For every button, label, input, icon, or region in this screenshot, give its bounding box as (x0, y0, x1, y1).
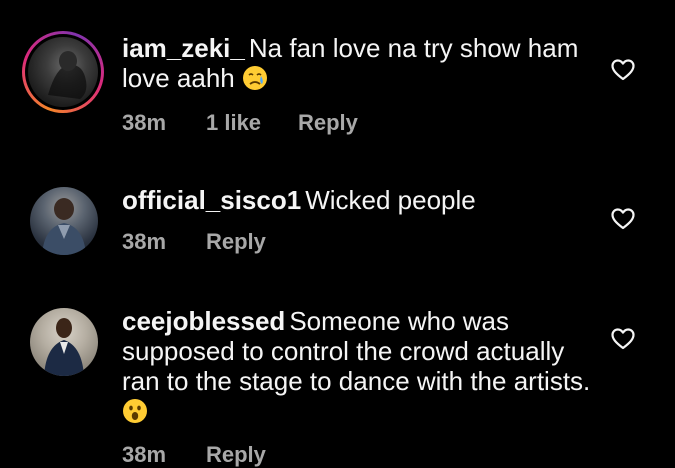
comment-likes[interactable]: 1 like (206, 110, 298, 136)
reply-button[interactable]: Reply (206, 229, 266, 255)
avatar[interactable] (30, 187, 98, 255)
heart-icon[interactable] (611, 59, 635, 81)
comment-meta: 38m 1 like Reply (122, 110, 358, 136)
reply-button[interactable]: Reply (206, 442, 266, 468)
avatar[interactable] (30, 308, 98, 376)
comment-username[interactable]: official_sisco1 (122, 185, 301, 215)
comment-text: Wicked people (305, 185, 476, 215)
avatar (28, 37, 98, 107)
comment-body: official_sisco1 Wicked people (122, 185, 592, 215)
comment-meta: 38m Reply (122, 229, 266, 255)
astonished-face-icon (122, 398, 148, 430)
crying-face-icon (242, 65, 268, 97)
avatar-story-ring[interactable] (22, 31, 104, 113)
heart-icon[interactable] (611, 328, 635, 350)
comment-body: iam_zeki_ Na fan love na try show ham lov… (122, 33, 592, 97)
comment-username[interactable]: iam_zeki_ (122, 33, 245, 63)
comment-time: 38m (122, 229, 167, 254)
heart-icon[interactable] (611, 208, 635, 230)
comment-item: official_sisco1 Wicked people 38m Reply (0, 170, 675, 270)
comment-meta: 38m Reply (122, 442, 266, 468)
avatar-silhouette-icon (48, 51, 87, 99)
comment-time: 38m (122, 110, 167, 135)
comment-username[interactable]: ceejoblessed (122, 306, 285, 336)
avatar-person-icon (42, 198, 86, 255)
comment-body: ceejoblessed Someone who was supposed to … (122, 306, 592, 430)
comment-item: iam_zeki_ Na fan love na try show ham lov… (0, 0, 675, 150)
comment-time: 38m (122, 442, 167, 467)
comment-item: ceejoblessed Someone who was supposed to … (0, 290, 675, 468)
avatar-person-icon (44, 318, 84, 376)
reply-button[interactable]: Reply (298, 110, 358, 136)
